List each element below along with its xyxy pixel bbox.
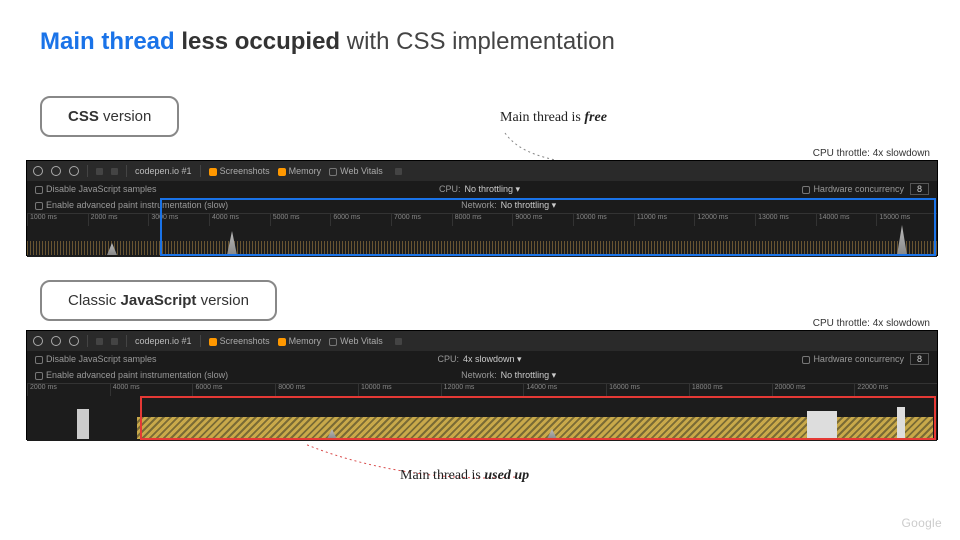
google-logo: Google [902,516,943,530]
tick: 10000 ms [358,384,441,396]
tick: 6000 ms [330,214,391,226]
record-icon[interactable] [33,336,43,346]
trash-icon[interactable] [395,168,402,175]
js-throttle-caption: CPU throttle: 4x slowdown [813,318,930,329]
timeline-css[interactable]: 1000 ms 2000 ms 3000 ms 4000 ms 5000 ms … [27,213,937,257]
activity-spike [897,407,905,439]
devtools-js: codepen.io #1 Screenshots Memory Web Vit… [26,330,938,440]
timeline-ticks: 2000 ms 4000 ms 6000 ms 8000 ms 10000 ms… [27,384,937,396]
clear-icon[interactable] [69,336,79,346]
tab-name: codepen.io #1 [135,336,192,346]
devtools-css: codepen.io #1 Screenshots Memory Web Vit… [26,160,938,256]
clear-icon[interactable] [69,166,79,176]
tick: 16000 ms [606,384,689,396]
upload-icon[interactable] [96,338,103,345]
adv-paint-checkbox[interactable]: Enable advanced paint instrumentation (s… [35,370,228,380]
tick: 14000 ms [816,214,877,226]
title-blue: Main thread [40,28,175,55]
tick: 22000 ms [854,384,937,396]
tick: 8000 ms [275,384,358,396]
upload-icon[interactable] [96,168,103,175]
tick: 4000 ms [209,214,270,226]
disable-js-checkbox[interactable]: Disable JavaScript samples [35,354,157,364]
annotation-free: Main thread is free [500,110,607,126]
timeline-js[interactable]: 2000 ms 4000 ms 6000 ms 8000 ms 10000 ms… [27,383,937,441]
tick: 7000 ms [391,214,452,226]
main-thread-activity [27,241,937,255]
slide-title: Main thread less occupied with CSS imple… [40,28,615,56]
cpu-dropdown[interactable]: 4x slowdown ▾ [463,354,522,365]
tick: 8000 ms [452,214,513,226]
record-icon[interactable] [33,166,43,176]
options-row-2: Enable advanced paint instrumentation (s… [27,197,937,213]
reload-icon[interactable] [51,166,61,176]
title-bold: less occupied [181,28,340,55]
tick: 20000 ms [772,384,855,396]
js-version-label: Classic JavaScript version [40,280,277,321]
timeline-ticks: 1000 ms 2000 ms 3000 ms 4000 ms 5000 ms … [27,214,937,226]
webvitals-checkbox[interactable]: Web Vitals [329,336,383,346]
title-rest: with CSS implementation [340,28,615,55]
network-dropdown[interactable]: No throttling ▾ [501,370,557,381]
webvitals-checkbox[interactable]: Web Vitals [329,166,383,176]
options-row-1: Disable JavaScript samples CPU: No throt… [27,181,937,197]
tick: 12000 ms [694,214,755,226]
network-label: Network: [461,370,497,380]
network-label: Network: [461,200,497,210]
options-row-1: Disable JavaScript samples CPU: 4x slowd… [27,351,937,367]
hw-concurrency-checkbox[interactable]: Hardware concurrency [802,354,904,364]
memory-checkbox[interactable]: Memory [278,166,322,176]
devtools-toolbar: codepen.io #1 Screenshots Memory Web Vit… [27,161,937,181]
memory-checkbox[interactable]: Memory [278,336,322,346]
tick: 15000 ms [876,214,937,226]
activity-spike [897,225,907,255]
activity-spike [77,409,89,439]
download-icon[interactable] [111,168,118,175]
hw-concurrency-checkbox[interactable]: Hardware concurrency [802,184,904,194]
tick: 9000 ms [512,214,573,226]
hw-concurrency-input[interactable]: 8 [910,183,929,195]
cpu-dropdown[interactable]: No throttling ▾ [464,184,520,195]
tick: 5000 ms [270,214,331,226]
screenshots-checkbox[interactable]: Screenshots [209,336,270,346]
tick: 1000 ms [27,214,88,226]
css-throttle-caption: CPU throttle: 4x slowdown [813,148,930,159]
cpu-label: CPU: [439,184,461,194]
tick: 6000 ms [192,384,275,396]
tick: 3000 ms [148,214,209,226]
tick: 2000 ms [27,384,110,396]
trash-icon[interactable] [395,338,402,345]
reload-icon[interactable] [51,336,61,346]
download-icon[interactable] [111,338,118,345]
activity-spike [807,411,837,439]
tab-name: codepen.io #1 [135,166,192,176]
tick: 13000 ms [755,214,816,226]
annotation-used: Main thread is used up [400,468,529,484]
tick: 11000 ms [634,214,695,226]
tick: 4000 ms [110,384,193,396]
tick: 14000 ms [523,384,606,396]
tick: 18000 ms [689,384,772,396]
cpu-label: CPU: [437,354,459,364]
devtools-toolbar: codepen.io #1 Screenshots Memory Web Vit… [27,331,937,351]
tick: 2000 ms [88,214,149,226]
adv-paint-checkbox[interactable]: Enable advanced paint instrumentation (s… [35,200,228,210]
hw-concurrency-input[interactable]: 8 [910,353,929,365]
options-row-2: Enable advanced paint instrumentation (s… [27,367,937,383]
network-dropdown[interactable]: No throttling ▾ [501,200,557,211]
tick: 10000 ms [573,214,634,226]
tick: 12000 ms [441,384,524,396]
screenshots-checkbox[interactable]: Screenshots [209,166,270,176]
disable-js-checkbox[interactable]: Disable JavaScript samples [35,184,157,194]
css-version-label: CSS version [40,96,179,137]
